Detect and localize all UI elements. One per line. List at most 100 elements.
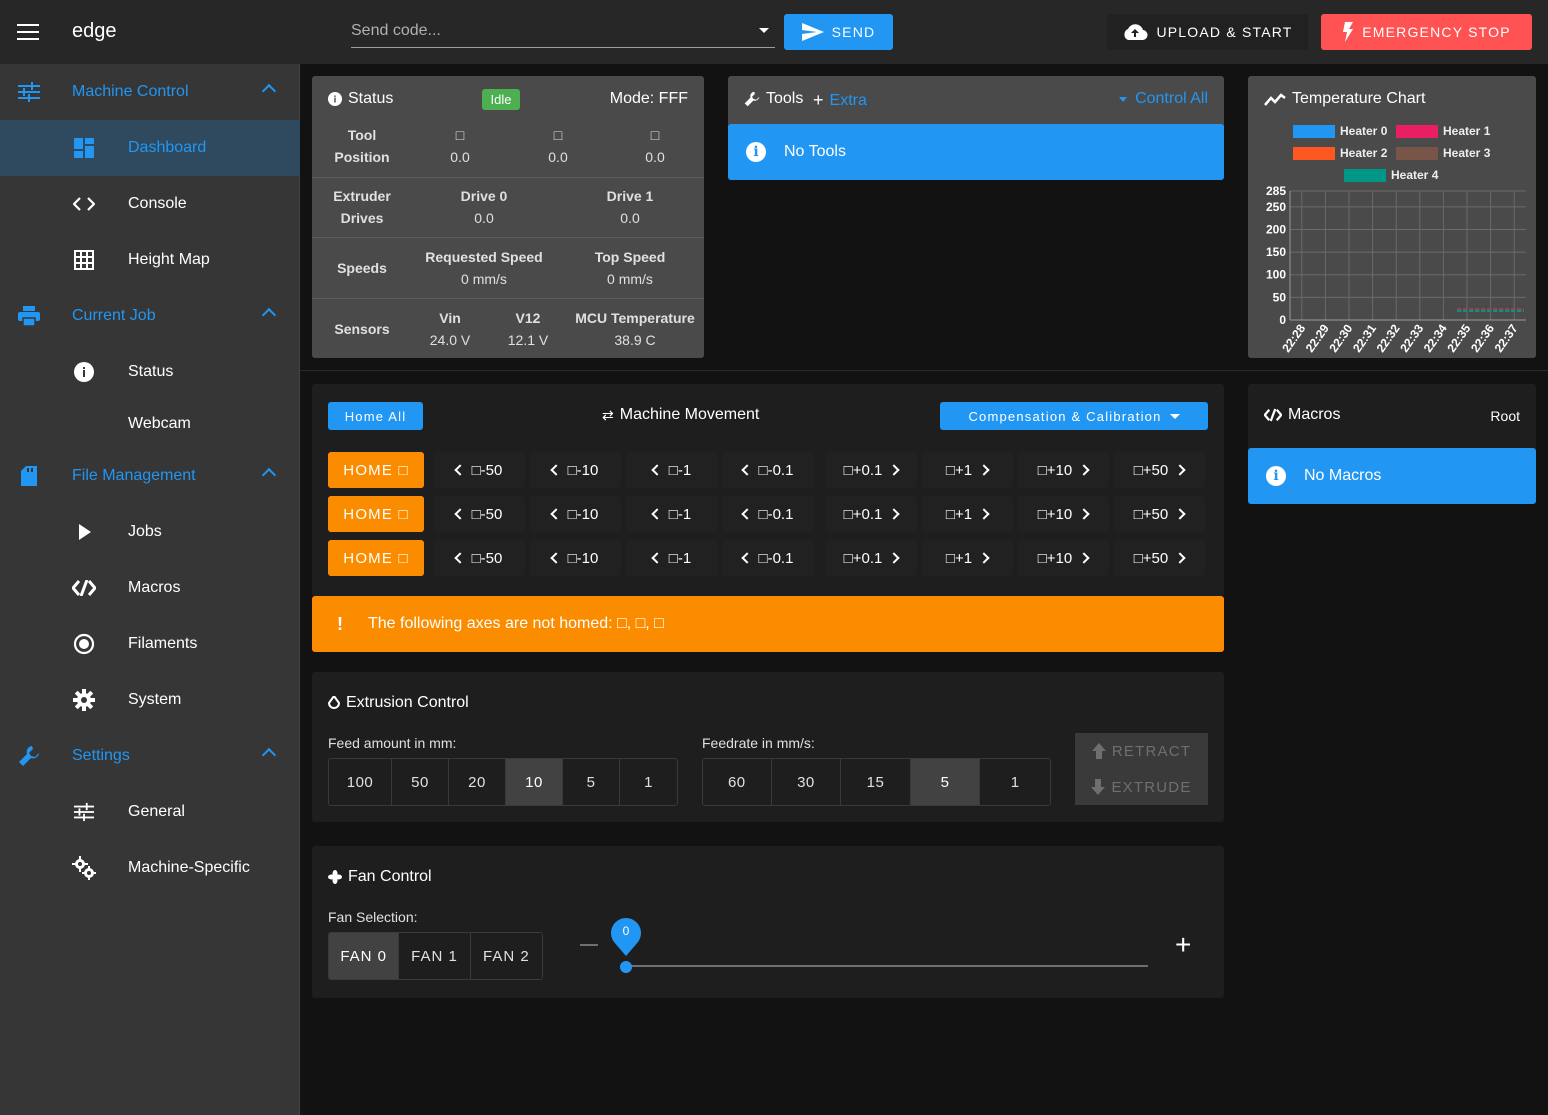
nav-group-current-job[interactable]: Current Job — [0, 288, 300, 344]
feed-amount-option[interactable]: 10 — [506, 759, 563, 805]
sidebar-item-label: Jobs — [128, 523, 162, 540]
upload-start-button[interactable]: Upload & Start — [1107, 14, 1308, 50]
retract-button[interactable]: Retract — [1075, 733, 1208, 769]
move-label: □+1 — [945, 505, 973, 523]
move-positive-button[interactable]: □+50 — [1113, 496, 1205, 532]
y-tick-label: 100 — [1266, 268, 1286, 282]
sidebar-item-console[interactable]: Console — [0, 176, 300, 232]
home-all-button[interactable]: Home All — [328, 402, 423, 430]
section-divider — [300, 370, 1548, 371]
drive-value: Drive 0 0.0 — [460, 188, 508, 226]
chevron-down-icon[interactable] — [759, 28, 769, 33]
move-negative-button[interactable]: □-50 — [433, 496, 525, 532]
extra-button[interactable]: + Extra — [813, 90, 867, 111]
app-bar: edge Send Upload & Start Emergency Stop — [0, 0, 1548, 64]
wrench-icon — [744, 91, 760, 107]
feedrate-option[interactable]: 1 — [980, 759, 1050, 805]
sidebar-item-label: Height Map — [128, 251, 210, 268]
move-positive-button[interactable]: □+0.1 — [825, 540, 917, 576]
sidebar-item-system[interactable]: System — [0, 672, 300, 728]
warning-text: The following axes are not homed: □, □, … — [368, 615, 664, 632]
sidebar-item-status[interactable]: Status — [0, 344, 300, 400]
chevron-left-icon — [549, 508, 562, 520]
move-negative-button[interactable]: □-50 — [433, 452, 525, 488]
status-title-text: Status — [348, 90, 394, 107]
move-negative-button[interactable]: □-1 — [626, 540, 718, 576]
move-negative-button[interactable]: □-0.1 — [722, 540, 814, 576]
sidebar-item-jobs[interactable]: Jobs — [0, 504, 300, 560]
nav-group-file-management[interactable]: File Management — [0, 448, 300, 504]
move-positive-button[interactable]: □+1 — [921, 452, 1013, 488]
feedrate-option[interactable]: 15 — [841, 759, 911, 805]
x-tick-label: 22:29 — [1303, 321, 1332, 354]
extrude-button[interactable]: Extrude — [1075, 769, 1208, 805]
move-negative-button[interactable]: □-10 — [529, 452, 621, 488]
home-axis-button[interactable]: Home □ — [328, 540, 424, 576]
chevron-left-icon — [651, 464, 663, 476]
move-positive-button[interactable]: □+10 — [1017, 496, 1109, 532]
move-positive-button[interactable]: □+0.1 — [825, 452, 917, 488]
move-negative-button[interactable]: □-50 — [433, 540, 525, 576]
fan-option[interactable]: Fan 1 — [399, 933, 471, 979]
move-positive-button[interactable]: □+0.1 — [825, 496, 917, 532]
move-negative-button[interactable]: □-1 — [626, 496, 718, 532]
move-negative-button[interactable]: □-10 — [529, 496, 621, 532]
sidebar-item-filaments[interactable]: Filaments — [0, 616, 300, 672]
move-positive-button[interactable]: □+50 — [1113, 452, 1205, 488]
fan-increase-button[interactable]: + — [1175, 931, 1191, 959]
feed-amount-option[interactable]: 5 — [563, 759, 620, 805]
emergency-stop-button[interactable]: Emergency Stop — [1321, 14, 1532, 50]
fan-slider-track[interactable] — [626, 965, 1148, 967]
move-positive-button[interactable]: □+50 — [1113, 540, 1205, 576]
fan-option[interactable]: Fan 2 — [470, 933, 542, 979]
fan-selection-label: Fan Selection: — [328, 909, 418, 925]
sidebar-item-machine-specific[interactable]: Machine-Specific — [0, 840, 300, 896]
sidebar-item-general[interactable]: General — [0, 784, 300, 840]
move-negative-button[interactable]: □-10 — [529, 540, 621, 576]
send-button[interactable]: Send — [784, 14, 893, 50]
sidebar-item-macros[interactable]: Macros — [0, 560, 300, 616]
home-axis-button[interactable]: Home □ — [328, 452, 424, 488]
feed-amount-option[interactable]: 20 — [449, 759, 506, 805]
sensor-value: V12 12.1 V — [507, 310, 549, 348]
control-all-button[interactable]: Control All — [1119, 90, 1208, 108]
sd-card-icon — [17, 464, 41, 488]
send-code-input[interactable] — [351, 16, 751, 46]
nav-group-settings[interactable]: Settings — [0, 728, 300, 784]
menu-icon[interactable] — [17, 24, 39, 40]
arrow-down-icon — [1091, 779, 1106, 795]
sidebar-item-dashboard[interactable]: Dashboard — [0, 120, 300, 176]
fan-option[interactable]: Fan 0 — [329, 933, 400, 979]
move-positive-button[interactable]: □+1 — [921, 496, 1013, 532]
move-negative-button[interactable]: □-0.1 — [722, 452, 814, 488]
sidebar-item-webcam[interactable]: Webcam — [0, 396, 300, 452]
root-breadcrumb[interactable]: Root — [1490, 408, 1520, 424]
y-tick-label: 50 — [1273, 290, 1287, 304]
move-negative-button[interactable]: □-1 — [626, 452, 718, 488]
move-positive-button[interactable]: □+10 — [1017, 540, 1109, 576]
fan-decrease-button[interactable] — [580, 944, 598, 946]
chevron-left-icon — [453, 508, 466, 520]
move-negative-button[interactable]: □-0.1 — [722, 496, 814, 532]
nav-group-machine-control[interactable]: Machine Control — [0, 64, 300, 120]
macro-icon — [72, 576, 96, 600]
feed-amount-option[interactable]: 50 — [392, 759, 449, 805]
feedrate-option[interactable]: 60 — [703, 759, 772, 805]
speed-value: Requested Speed 0 mm/s — [425, 249, 543, 287]
compensation-calibration-button[interactable]: Compensation & Calibration — [940, 402, 1208, 430]
x-tick-label: 22:36 — [1468, 321, 1497, 354]
sidebar-item-label: System — [128, 691, 182, 708]
feed-amount-option[interactable]: 1 — [620, 759, 677, 805]
chevron-left-icon — [740, 552, 753, 564]
move-positive-button[interactable]: □+10 — [1017, 452, 1109, 488]
status-card-title: Status — [328, 90, 393, 108]
tool-position-label: Tool Position — [334, 127, 390, 165]
feedrate-option[interactable]: 5 — [910, 759, 981, 805]
sidebar-item-height-map[interactable]: Height Map — [0, 232, 300, 288]
sidebar-item-label: Dashboard — [128, 139, 207, 156]
move-positive-button[interactable]: □+1 — [921, 540, 1013, 576]
fan-slider-thumb[interactable] — [620, 961, 632, 973]
feedrate-option[interactable]: 30 — [771, 759, 842, 805]
feed-amount-option[interactable]: 100 — [329, 759, 392, 805]
home-axis-button[interactable]: Home □ — [328, 496, 424, 532]
